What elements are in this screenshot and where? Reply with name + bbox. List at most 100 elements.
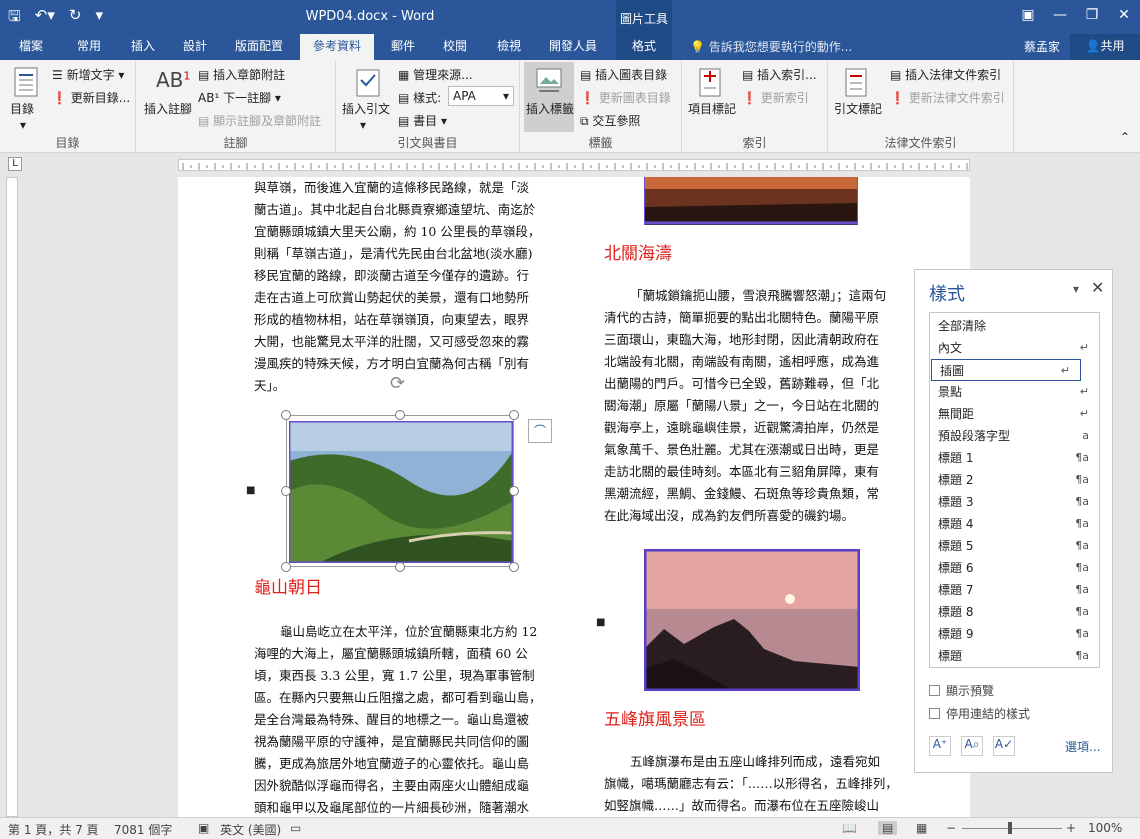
- zoom-in-icon[interactable]: +: [1066, 821, 1076, 835]
- style-inspector-icon[interactable]: A⌕: [961, 736, 983, 756]
- share-button[interactable]: 👤共用: [1070, 34, 1140, 60]
- tab-mailings[interactable]: 郵件: [380, 34, 426, 60]
- new-style-icon[interactable]: A⁺: [929, 736, 951, 756]
- tab-design[interactable]: 設計: [172, 34, 218, 60]
- vertical-ruler[interactable]: [0, 177, 22, 817]
- style-item[interactable]: 景點 ↵: [930, 381, 1099, 403]
- text-line: 與草嶺，而後進入宜蘭的這條移民路線，就是「淡: [254, 180, 530, 195]
- resize-handle[interactable]: [281, 562, 291, 572]
- style-item[interactable]: 預設段落字型 a: [930, 425, 1099, 447]
- tell-me-box[interactable]: 💡 告訴我您想要執行的動作...: [690, 38, 852, 55]
- manage-styles-icon[interactable]: A✓: [993, 736, 1015, 756]
- citation-style-select[interactable]: APA ▾: [448, 86, 514, 106]
- resize-handle[interactable]: [509, 562, 519, 572]
- style-item[interactable]: 標題 7 ¶a: [930, 579, 1099, 601]
- mark-citation-button[interactable]: 引文標記: [834, 100, 882, 117]
- style-item[interactable]: 標題 1 ¶a: [930, 447, 1099, 469]
- zoom-slider-thumb[interactable]: [1008, 822, 1012, 834]
- language-indicator[interactable]: 英文 (美國): [220, 821, 281, 838]
- add-text-button[interactable]: ☰ 新增文字 ▾: [52, 66, 124, 83]
- show-preview-checkbox[interactable]: 顯示預覽: [929, 682, 994, 699]
- style-item[interactable]: 標題 ¶a: [930, 645, 1099, 667]
- insert-caption-icon: [536, 68, 562, 92]
- selection-frame: [286, 415, 514, 567]
- toc-button[interactable]: 目錄: [10, 100, 34, 117]
- proofing-icon[interactable]: ▣: [198, 821, 209, 835]
- show-notes-button[interactable]: ▤ 顯示註腳及章節附註: [198, 112, 321, 129]
- options-link[interactable]: 選項...: [1065, 738, 1100, 755]
- word-count[interactable]: 7081 個字: [114, 821, 172, 838]
- tab-home[interactable]: 常用: [66, 34, 112, 60]
- style-item[interactable]: 標題 2 ¶a: [930, 469, 1099, 491]
- update-table-button[interactable]: ❗ 更新圖表目錄: [580, 89, 671, 106]
- resize-handle[interactable]: [509, 486, 519, 496]
- insert-citation-button[interactable]: 插入引文: [342, 100, 390, 117]
- text-line: 區。在縣內只要無山丘阻擋之處，都可看到龜山島，: [254, 690, 542, 705]
- tab-developer[interactable]: 開發人員: [540, 34, 606, 60]
- bibliography-button[interactable]: ▤ 書目 ▾: [398, 112, 447, 129]
- endnote-icon: ▤: [198, 68, 214, 82]
- zoom-level[interactable]: 100%: [1088, 821, 1122, 835]
- tab-review[interactable]: 校閱: [432, 34, 478, 60]
- resize-handle[interactable]: [281, 410, 291, 420]
- update-index-button[interactable]: ❗ 更新索引: [742, 89, 809, 106]
- rotate-handle-icon[interactable]: ⟳: [390, 373, 405, 394]
- style-item[interactable]: 插圖 ↵: [931, 359, 1081, 381]
- tab-file[interactable]: 檔案: [6, 34, 56, 60]
- style-item[interactable]: 標題 6 ¶a: [930, 557, 1099, 579]
- insert-endnote-button[interactable]: ▤ 插入章節附註: [198, 66, 285, 83]
- collapse-ribbon-icon[interactable]: ⌃: [1120, 130, 1130, 144]
- style-item[interactable]: 全部清除: [930, 315, 1099, 337]
- insert-table-of-figures-button[interactable]: ▤ 插入圖表目錄: [580, 66, 667, 83]
- minimize-icon[interactable]: —: [1044, 0, 1076, 30]
- pane-options-icon[interactable]: ▾: [1073, 282, 1079, 296]
- disable-linked-checkbox[interactable]: 停用連結的樣式: [929, 705, 1030, 722]
- close-icon[interactable]: ✕: [1108, 0, 1140, 30]
- insert-footnote-button[interactable]: 插入註腳: [144, 100, 192, 117]
- insert-caption-button[interactable]: 插入標籤: [526, 100, 574, 117]
- web-layout-icon[interactable]: ▦: [916, 821, 927, 835]
- update-toc-button[interactable]: ❗ 更新目錄...: [52, 89, 130, 106]
- horizontal-ruler[interactable]: L: [0, 153, 1140, 177]
- text-line: 頃，東西長 3.3 公里，寬 1.7 公里，現為軍事管制: [254, 668, 535, 683]
- style-item[interactable]: 標題 4 ¶a: [930, 513, 1099, 535]
- resize-handle[interactable]: [395, 562, 405, 572]
- tab-view[interactable]: 檢視: [486, 34, 532, 60]
- sunset-top-photo[interactable]: [643, 177, 859, 225]
- tab-insert[interactable]: 插入: [120, 34, 166, 60]
- tab-layout[interactable]: 版面配置: [226, 34, 292, 60]
- macro-icon[interactable]: ▭: [290, 821, 301, 835]
- style-item[interactable]: 標題 3 ¶a: [930, 491, 1099, 513]
- resize-handle[interactable]: [281, 486, 291, 496]
- next-footnote-button[interactable]: AB¹ 下一註腳 ▾: [198, 89, 281, 106]
- user-name[interactable]: 蔡孟家: [1024, 38, 1060, 55]
- ribbon-display-icon[interactable]: ▣: [1012, 0, 1044, 30]
- document-page[interactable]: 與草嶺，而後進入宜蘭的這條移民路線，就是「淡 蘭古道」。其中北起自台北縣貢寮鄉遠望…: [178, 177, 970, 817]
- style-item[interactable]: 標題 5 ¶a: [930, 535, 1099, 557]
- close-pane-icon[interactable]: ✕: [1091, 278, 1104, 297]
- zoom-out-icon[interactable]: −: [946, 821, 956, 835]
- insert-authorities-button[interactable]: ▤ 插入法律文件索引: [890, 66, 1001, 83]
- update-authorities-button[interactable]: ❗ 更新法律文件索引: [890, 89, 1005, 106]
- mark-entry-button[interactable]: 項目標記: [688, 100, 736, 117]
- tab-selector-icon[interactable]: L: [8, 157, 22, 171]
- tab-references[interactable]: 參考資料: [300, 34, 374, 60]
- insert-index-button[interactable]: ▤ 插入索引...: [742, 66, 817, 83]
- style-item[interactable]: 標題 9 ¶a: [930, 623, 1099, 645]
- tab-format[interactable]: 格式: [616, 34, 672, 60]
- style-item[interactable]: 無間距 ↵: [930, 403, 1099, 425]
- page-count[interactable]: 第 1 頁，共 7 頁: [8, 821, 99, 838]
- layout-options-icon[interactable]: ⌒: [528, 419, 552, 443]
- zoom-slider[interactable]: [962, 828, 1062, 829]
- cross-reference-button[interactable]: ⧉ 交互參照: [580, 112, 640, 129]
- resize-handle[interactable]: [395, 410, 405, 420]
- right-column-bottom: 五峰旗瀑布是由五座山峰排列而成，遠看宛如 旗幟，噶瑪蘭廳志有云：「……以形得名，五…: [604, 751, 900, 817]
- style-item[interactable]: 內文 ↵: [930, 337, 1099, 359]
- print-layout-icon[interactable]: ▤: [878, 821, 898, 835]
- manage-sources-button[interactable]: ▦ 管理來源...: [398, 66, 473, 83]
- resize-handle[interactable]: [509, 410, 519, 420]
- style-item[interactable]: 標題 8 ¶a: [930, 601, 1099, 623]
- sunset-rock-photo[interactable]: [643, 548, 861, 692]
- read-mode-icon[interactable]: 📖: [842, 821, 857, 835]
- restore-icon[interactable]: ❐: [1076, 0, 1108, 30]
